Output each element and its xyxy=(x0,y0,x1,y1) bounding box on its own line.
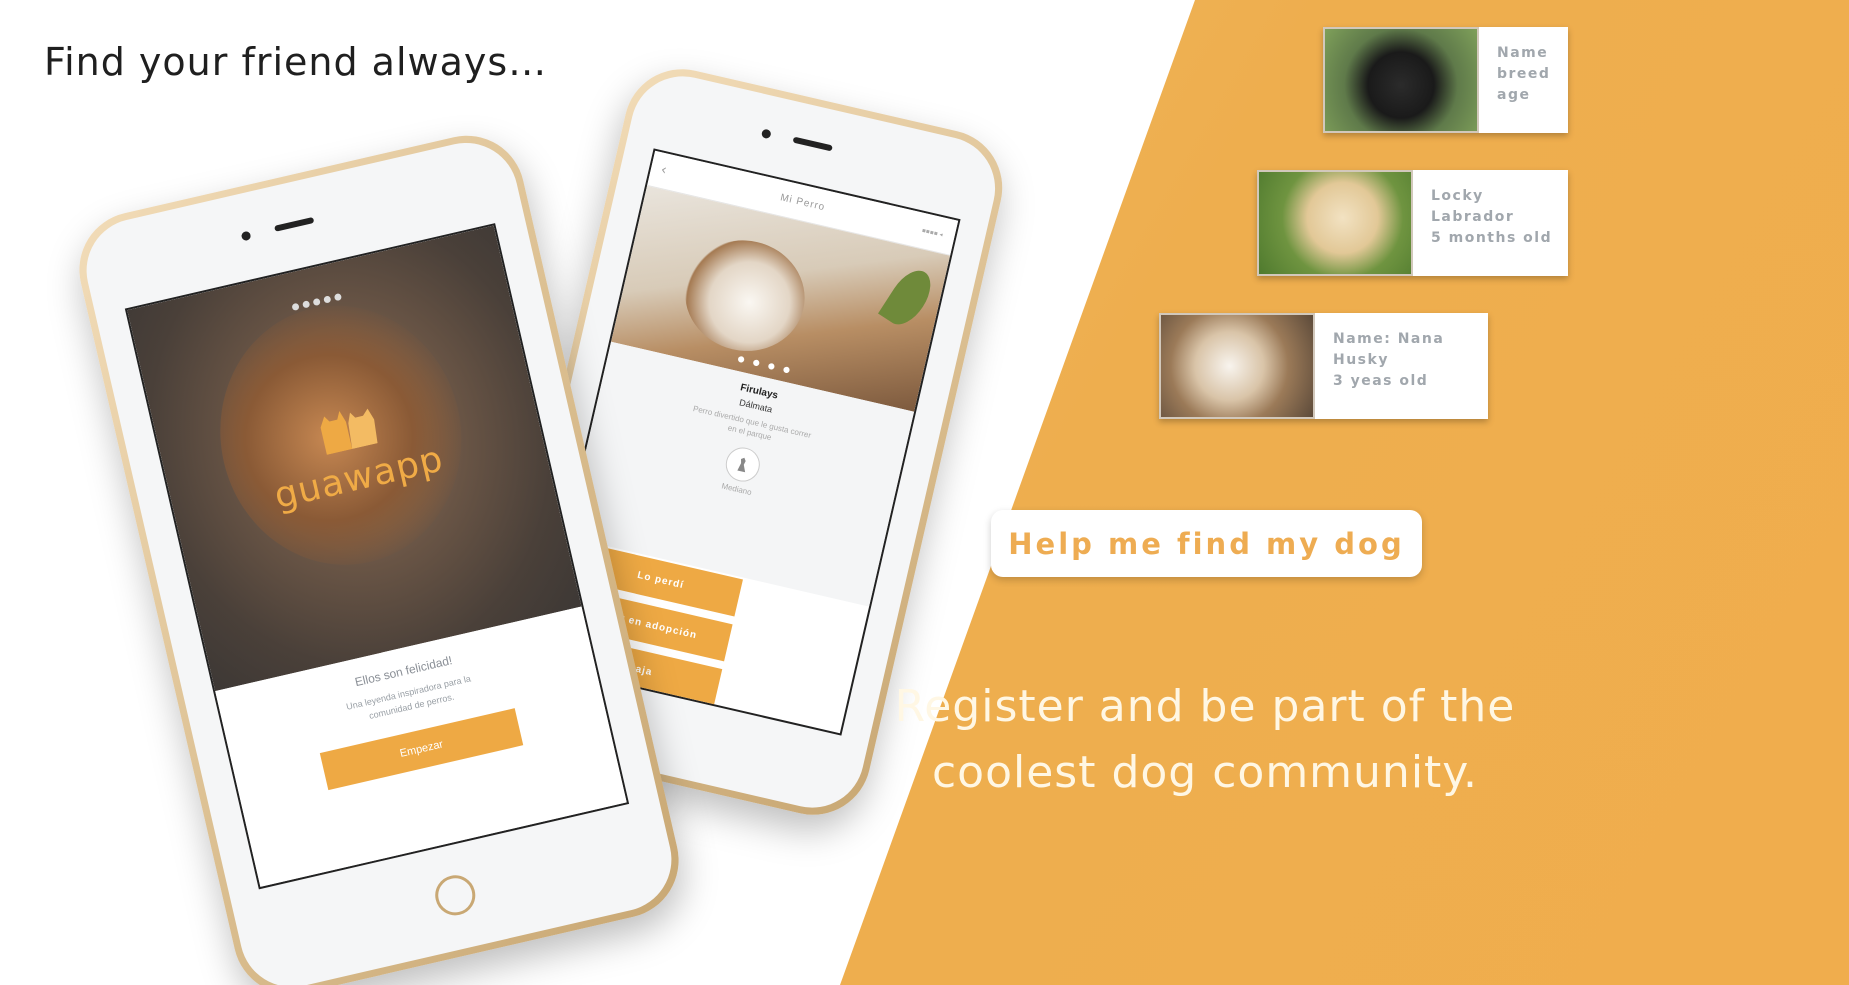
dog-card-info: Name: Nana Husky 3 yeas old xyxy=(1315,313,1444,419)
dog-age: 3 yeas old xyxy=(1333,373,1429,389)
tagline-line-1: Register and be part of the xyxy=(894,681,1516,732)
speaker-grille xyxy=(792,136,833,152)
dog-sitting-icon xyxy=(721,444,763,485)
page-headline: Find your friend always… xyxy=(44,40,548,84)
dog-name: Name xyxy=(1497,45,1549,61)
find-my-dog-button[interactable]: Help me find my dog xyxy=(991,510,1422,577)
dog-age: 5 months old xyxy=(1431,230,1553,246)
tagline: Register and be part of the coolest dog … xyxy=(880,674,1530,806)
home-button[interactable] xyxy=(431,871,480,920)
husky-head-image xyxy=(674,228,816,363)
camera-icon xyxy=(240,230,252,242)
dog-age: age xyxy=(1497,87,1531,103)
plant-leaf-decoration xyxy=(878,263,940,332)
dog-card-info: Locky Labrador 5 months old xyxy=(1413,170,1552,276)
dog-breed: Labrador xyxy=(1431,209,1515,225)
dog-name: Locky xyxy=(1431,188,1484,204)
tagline-line-2: coolest dog community. xyxy=(931,747,1479,798)
dog-breed: breed xyxy=(1497,66,1551,82)
dog-card-template[interactable]: Name breed age xyxy=(1323,27,1568,133)
dog-breed: Husky xyxy=(1333,352,1389,368)
dog-card-nana[interactable]: Name: Nana Husky 3 yeas old xyxy=(1159,313,1488,419)
speaker-grille xyxy=(274,216,315,232)
dog-name: Name: Nana xyxy=(1333,331,1445,347)
husky-photo xyxy=(1159,313,1315,419)
golden-puppy-photo xyxy=(1257,170,1413,276)
dog-card-locky[interactable]: Locky Labrador 5 months old xyxy=(1257,170,1568,276)
camera-icon xyxy=(760,128,772,140)
dog-card-info: Name breed age xyxy=(1479,27,1550,133)
phone-screen-welcome: ●●●●● guawapp Ellos son felicidad! Una l… xyxy=(124,223,630,890)
black-puppy-photo xyxy=(1323,27,1479,133)
